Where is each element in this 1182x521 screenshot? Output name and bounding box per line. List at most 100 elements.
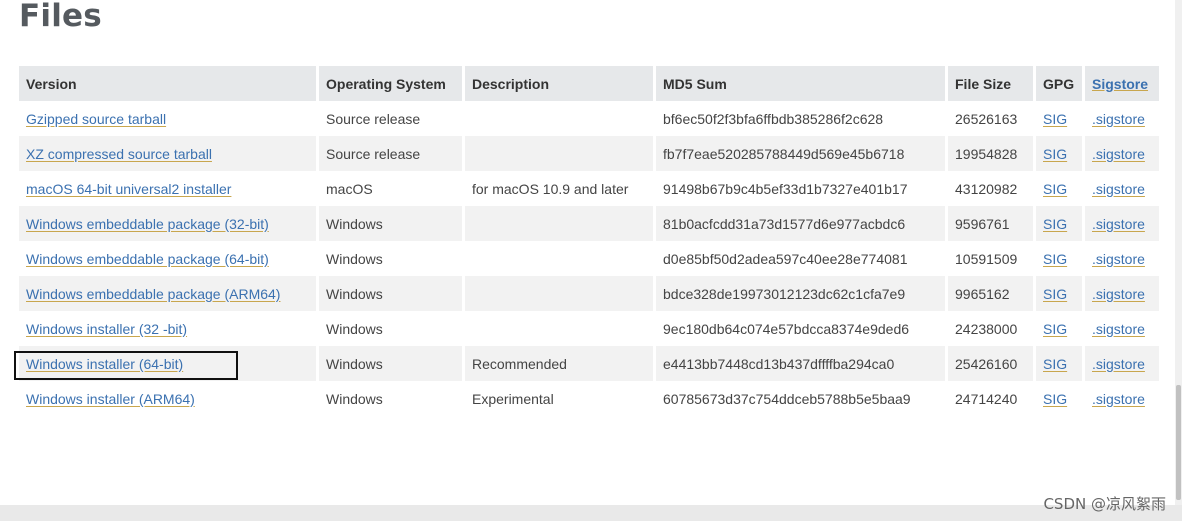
gpg-sig-link[interactable]: SIG (1043, 251, 1067, 267)
gpg-sig-link[interactable]: SIG (1043, 321, 1067, 337)
table-row: macOS 64-bit universal2 installer macOS … (19, 171, 1159, 206)
column-header-description: Description (465, 66, 656, 101)
sigstore-link[interactable]: .sigstore (1092, 216, 1145, 232)
gpg-sig-link[interactable]: SIG (1043, 356, 1067, 372)
watermark-text: CSDN @凉风絮雨 (1043, 495, 1166, 513)
md5-cell: fb7f7eae520285788449d569e45b6718 (656, 136, 948, 171)
gpg-cell: SIG (1036, 101, 1085, 136)
sigstore-link[interactable]: .sigstore (1092, 251, 1145, 267)
description-cell (465, 276, 656, 311)
os-cell: Windows (319, 381, 465, 416)
gpg-sig-link[interactable]: SIG (1043, 216, 1067, 232)
gpg-cell: SIG (1036, 136, 1085, 171)
description-cell: Recommended (465, 346, 656, 381)
os-cell: Source release (319, 101, 465, 136)
md5-cell: bdce328de19973012123dc62c1cfa7e9 (656, 276, 948, 311)
sigstore-cell: .sigstore (1085, 136, 1159, 171)
version-cell: Windows embeddable package (32-bit) (19, 206, 319, 241)
sigstore-link[interactable]: .sigstore (1092, 321, 1145, 337)
download-link[interactable]: Windows installer (64-bit) (26, 356, 183, 372)
description-cell: for macOS 10.9 and later (465, 171, 656, 206)
description-cell (465, 206, 656, 241)
file-size-cell: 43120982 (948, 171, 1036, 206)
description-cell (465, 136, 656, 171)
scrollbar-thumb[interactable] (1176, 385, 1181, 500)
file-size-cell: 24714240 (948, 381, 1036, 416)
file-size-cell: 9965162 (948, 276, 1036, 311)
table-header-row: Version Operating System Description MD5… (19, 66, 1159, 101)
md5-cell: 81b0acfcdd31a73d1577d6e977acbdc6 (656, 206, 948, 241)
table-row: Windows installer (64-bit) Windows Recom… (19, 346, 1159, 381)
gpg-cell: SIG (1036, 381, 1085, 416)
download-link[interactable]: Windows embeddable package (64-bit) (26, 251, 269, 267)
download-link[interactable]: macOS 64-bit universal2 installer (26, 181, 231, 197)
column-header-version: Version (19, 66, 319, 101)
md5-cell: e4413bb7448cd13b437dffffba294ca0 (656, 346, 948, 381)
gpg-cell: SIG (1036, 346, 1085, 381)
os-cell: Source release (319, 136, 465, 171)
file-size-cell: 10591509 (948, 241, 1036, 276)
download-link[interactable]: Windows embeddable package (ARM64) (26, 286, 280, 302)
md5-cell: 60785673d37c754ddceb5788b5e5baa9 (656, 381, 948, 416)
gpg-cell: SIG (1036, 241, 1085, 276)
file-size-cell: 24238000 (948, 311, 1036, 346)
os-cell: Windows (319, 241, 465, 276)
horizontal-scrollbar[interactable] (0, 505, 1182, 521)
version-cell: Gzipped source tarball (19, 101, 319, 136)
sigstore-cell: .sigstore (1085, 276, 1159, 311)
gpg-sig-link[interactable]: SIG (1043, 111, 1067, 127)
os-cell: Windows (319, 311, 465, 346)
description-cell (465, 241, 656, 276)
table-row: Windows installer (ARM64) Windows Experi… (19, 381, 1159, 416)
os-cell: Windows (319, 206, 465, 241)
os-cell: Windows (319, 276, 465, 311)
sigstore-header-link[interactable]: Sigstore (1092, 76, 1148, 92)
column-header-md5: MD5 Sum (656, 66, 948, 101)
column-header-os: Operating System (319, 66, 465, 101)
md5-cell: bf6ec50f2f3bfa6ffbdb385286f2c628 (656, 101, 948, 136)
download-link[interactable]: XZ compressed source tarball (26, 146, 212, 162)
download-link[interactable]: Windows installer (32 -bit) (26, 321, 187, 337)
download-link[interactable]: Windows embeddable package (32-bit) (26, 216, 269, 232)
files-table: Version Operating System Description MD5… (19, 66, 1159, 416)
file-size-cell: 25426160 (948, 346, 1036, 381)
gpg-sig-link[interactable]: SIG (1043, 286, 1067, 302)
download-link[interactable]: Gzipped source tarball (26, 111, 166, 127)
sigstore-link[interactable]: .sigstore (1092, 356, 1145, 372)
vertical-scrollbar[interactable] (1175, 0, 1182, 505)
download-link[interactable]: Windows installer (ARM64) (26, 391, 195, 407)
gpg-sig-link[interactable]: SIG (1043, 146, 1067, 162)
sigstore-cell: .sigstore (1085, 346, 1159, 381)
sigstore-cell: .sigstore (1085, 381, 1159, 416)
sigstore-cell: .sigstore (1085, 206, 1159, 241)
gpg-sig-link[interactable]: SIG (1043, 181, 1067, 197)
column-header-sigstore[interactable]: Sigstore (1085, 66, 1159, 101)
sigstore-cell: .sigstore (1085, 311, 1159, 346)
version-cell: Windows installer (ARM64) (19, 381, 319, 416)
os-cell: Windows (319, 346, 465, 381)
description-cell: Experimental (465, 381, 656, 416)
table-row: Windows embeddable package (ARM64) Windo… (19, 276, 1159, 311)
description-cell (465, 101, 656, 136)
table-body: Gzipped source tarball Source release bf… (19, 101, 1159, 416)
sigstore-link[interactable]: .sigstore (1092, 111, 1145, 127)
sigstore-cell: .sigstore (1085, 171, 1159, 206)
gpg-cell: SIG (1036, 276, 1085, 311)
sigstore-link[interactable]: .sigstore (1092, 286, 1145, 302)
sigstore-link[interactable]: .sigstore (1092, 181, 1145, 197)
column-header-file-size: File Size (948, 66, 1036, 101)
gpg-cell: SIG (1036, 171, 1085, 206)
version-cell: Windows embeddable package (64-bit) (19, 241, 319, 276)
file-size-cell: 19954828 (948, 136, 1036, 171)
version-cell: XZ compressed source tarball (19, 136, 319, 171)
file-size-cell: 9596761 (948, 206, 1036, 241)
column-header-gpg: GPG (1036, 66, 1085, 101)
sigstore-link[interactable]: .sigstore (1092, 146, 1145, 162)
page-title: Files (19, 0, 102, 34)
sigstore-cell: .sigstore (1085, 101, 1159, 136)
version-cell: Windows installer (32 -bit) (19, 311, 319, 346)
gpg-sig-link[interactable]: SIG (1043, 391, 1067, 407)
sigstore-link[interactable]: .sigstore (1092, 391, 1145, 407)
gpg-cell: SIG (1036, 311, 1085, 346)
table-row: Windows embeddable package (64-bit) Wind… (19, 241, 1159, 276)
